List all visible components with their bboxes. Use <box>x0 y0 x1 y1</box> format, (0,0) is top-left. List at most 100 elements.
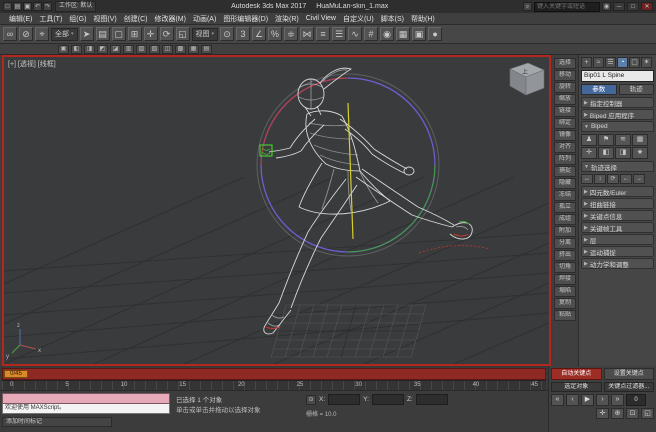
toolbar-icon[interactable]: ◉ <box>380 27 394 41</box>
biped-mode-icon[interactable]: ≋ <box>615 134 631 146</box>
zoom-region-icon[interactable]: ⊡ <box>626 408 639 419</box>
ribbon-tool-icon[interactable]: ◨ <box>84 45 95 54</box>
parameters-button[interactable]: 参数 <box>581 84 617 95</box>
ribbon-tool-icon[interactable]: ◩ <box>97 45 108 54</box>
rollout-track-selection[interactable]: ▼ 轨迹选择 <box>581 161 654 172</box>
rollout-biped-apps[interactable]: ▶ Biped 应用程序 <box>581 109 654 120</box>
toolbar-icon[interactable]: ▢ <box>112 27 126 41</box>
menu-item[interactable]: 图形编辑器(D) <box>220 14 271 24</box>
ribbon-tool-icon[interactable]: ▨ <box>136 45 147 54</box>
previous-frame-button[interactable]: ‹ <box>566 394 579 406</box>
side-tool-button[interactable]: 孤立 <box>554 202 576 213</box>
toolbar-icon[interactable]: ⋈ <box>300 27 314 41</box>
utilities-tab-icon[interactable]: ✶ <box>641 57 652 68</box>
rollout-keyframing-tools[interactable]: ▶ 关键帧工具 <box>581 222 654 233</box>
menu-item[interactable]: 脚本(S) <box>378 14 407 24</box>
current-frame-field[interactable]: 0 <box>626 394 646 406</box>
side-tool-button[interactable]: 旋转 <box>554 82 576 93</box>
toolbar-icon[interactable]: ✛ <box>144 27 158 41</box>
side-tool-button[interactable]: 挤出 <box>554 250 576 261</box>
motion-paths-button[interactable]: 轨迹 <box>619 84 655 95</box>
side-tool-button[interactable]: 塌陷 <box>554 286 576 297</box>
ribbon-tool-icon[interactable]: ▦ <box>188 45 199 54</box>
toolbar-icon[interactable]: ▦ <box>396 27 410 41</box>
rollout-layers[interactable]: ▶ 层 <box>581 234 654 245</box>
toolbar-icon[interactable]: ◱ <box>176 27 190 41</box>
viewport[interactable]: 上 x y z [+] [透视] [线框] <box>2 55 551 366</box>
side-tool-button[interactable]: 附加 <box>554 226 576 237</box>
x-coord-field[interactable] <box>328 394 360 405</box>
track-selection-icon[interactable]: ↔ <box>581 174 593 184</box>
side-tool-button[interactable]: 切角 <box>554 262 576 273</box>
toolbar-icon[interactable]: # <box>364 27 378 41</box>
rollout-assign-controller[interactable]: ▶ 指定控制器 <box>581 97 654 108</box>
toolbar-icon[interactable]: ⊘ <box>19 27 33 41</box>
y-coord-field[interactable] <box>372 394 404 405</box>
menu-item[interactable]: 创建(C) <box>121 14 151 24</box>
side-tool-button[interactable]: 链接 <box>554 106 576 117</box>
toolbar-icon[interactable]: ▣ <box>412 27 426 41</box>
toolbar-icon[interactable]: ≡ <box>316 27 330 41</box>
side-tool-button[interactable]: 隐藏 <box>554 178 576 189</box>
biped-mode-icon[interactable]: ◧ <box>598 147 614 159</box>
toolbar-icon[interactable]: ☰ <box>332 27 346 41</box>
pan-view-icon[interactable]: ✛ <box>596 408 609 419</box>
time-slider-handle[interactable]: 0/45 <box>4 370 28 378</box>
go-to-start-button[interactable]: « <box>551 394 564 406</box>
close-button[interactable]: ✕ <box>641 2 653 11</box>
ribbon-tool-icon[interactable]: ◫ <box>162 45 173 54</box>
toolbar-icon[interactable]: 3 <box>236 27 250 41</box>
menu-item[interactable]: 工具(T) <box>36 14 65 24</box>
go-to-end-button[interactable]: » <box>611 394 624 406</box>
qat-icon[interactable]: ▣ <box>23 2 32 11</box>
side-tool-button[interactable]: 冻结 <box>554 190 576 201</box>
qat-icon[interactable]: ↶ <box>33 2 42 11</box>
ribbon-tool-icon[interactable]: ◧ <box>71 45 82 54</box>
maximize-button[interactable]: □ <box>627 2 639 11</box>
track-selection-icon[interactable]: ← <box>620 174 632 184</box>
toolbar-icon[interactable]: ∠ <box>252 27 266 41</box>
toolbar-icon[interactable]: ▤ <box>96 27 110 41</box>
menu-item[interactable]: 帮助(H) <box>408 14 438 24</box>
selection-lock-icon[interactable]: ⊙ <box>306 395 316 405</box>
track-bar[interactable]: 051015202530354045 <box>2 380 546 390</box>
ribbon-tool-icon[interactable]: ▥ <box>123 45 134 54</box>
rollout-quaternion-euler[interactable]: ▶ 四元数/Euler <box>581 186 654 197</box>
selection-set-dropdown[interactable]: 选定对象 <box>551 382 602 392</box>
ribbon-tool-icon[interactable]: ▣ <box>58 45 69 54</box>
rollout-motion-capture[interactable]: ▶ 运动捕捉 <box>581 246 654 257</box>
auto-key-button[interactable]: 自动关键点 <box>551 368 602 380</box>
side-tool-button[interactable]: 复制 <box>554 298 576 309</box>
motion-tab-icon[interactable]: ◔ <box>617 57 628 68</box>
viewcube[interactable]: 上 <box>510 63 544 95</box>
toolbar-icon[interactable]: ⟳ <box>160 27 174 41</box>
viewport-label[interactable]: [+] [透视] [线框] <box>8 59 56 69</box>
signin-icon[interactable]: ◉ <box>602 2 611 11</box>
menu-item[interactable]: 视图(V) <box>90 14 119 24</box>
gizmo-axes[interactable] <box>260 103 490 329</box>
side-tool-button[interactable]: 绑定 <box>554 118 576 129</box>
next-frame-button[interactable]: › <box>596 394 609 406</box>
toolbar-icon[interactable]: ⌖ <box>35 27 49 41</box>
side-tool-button[interactable]: 粘贴 <box>554 310 576 321</box>
side-tool-button[interactable]: 焊接 <box>554 274 576 285</box>
toolbar-icon[interactable]: ∞ <box>3 27 17 41</box>
search-icon[interactable]: ⌕ <box>523 2 532 11</box>
rotation-gizmo[interactable] <box>257 74 439 256</box>
wireframe-character[interactable] <box>264 68 472 334</box>
menu-item[interactable]: 修改器(M) <box>151 14 189 24</box>
minimize-button[interactable]: ─ <box>613 2 625 11</box>
toolbar-icon[interactable]: ⊞ <box>128 27 142 41</box>
track-selection-icon[interactable]: → <box>633 174 645 184</box>
toolbar-icon[interactable]: ∿ <box>348 27 362 41</box>
create-tab-icon[interactable]: + <box>581 57 592 68</box>
selection-filter-dropdown[interactable]: 全部 <box>51 28 78 41</box>
object-name-field[interactable]: Bip01 L Spine <box>581 70 654 82</box>
toolbar-icon[interactable]: ➤ <box>80 27 94 41</box>
menu-item[interactable]: 动画(A) <box>190 14 219 24</box>
ribbon-tool-icon[interactable]: ◪ <box>110 45 121 54</box>
help-search-input[interactable] <box>534 2 600 12</box>
zoom-icon[interactable]: ⊕ <box>611 408 624 419</box>
menu-item[interactable]: Civil View <box>303 15 339 22</box>
time-tag[interactable]: 添加时间标记 <box>2 417 112 427</box>
